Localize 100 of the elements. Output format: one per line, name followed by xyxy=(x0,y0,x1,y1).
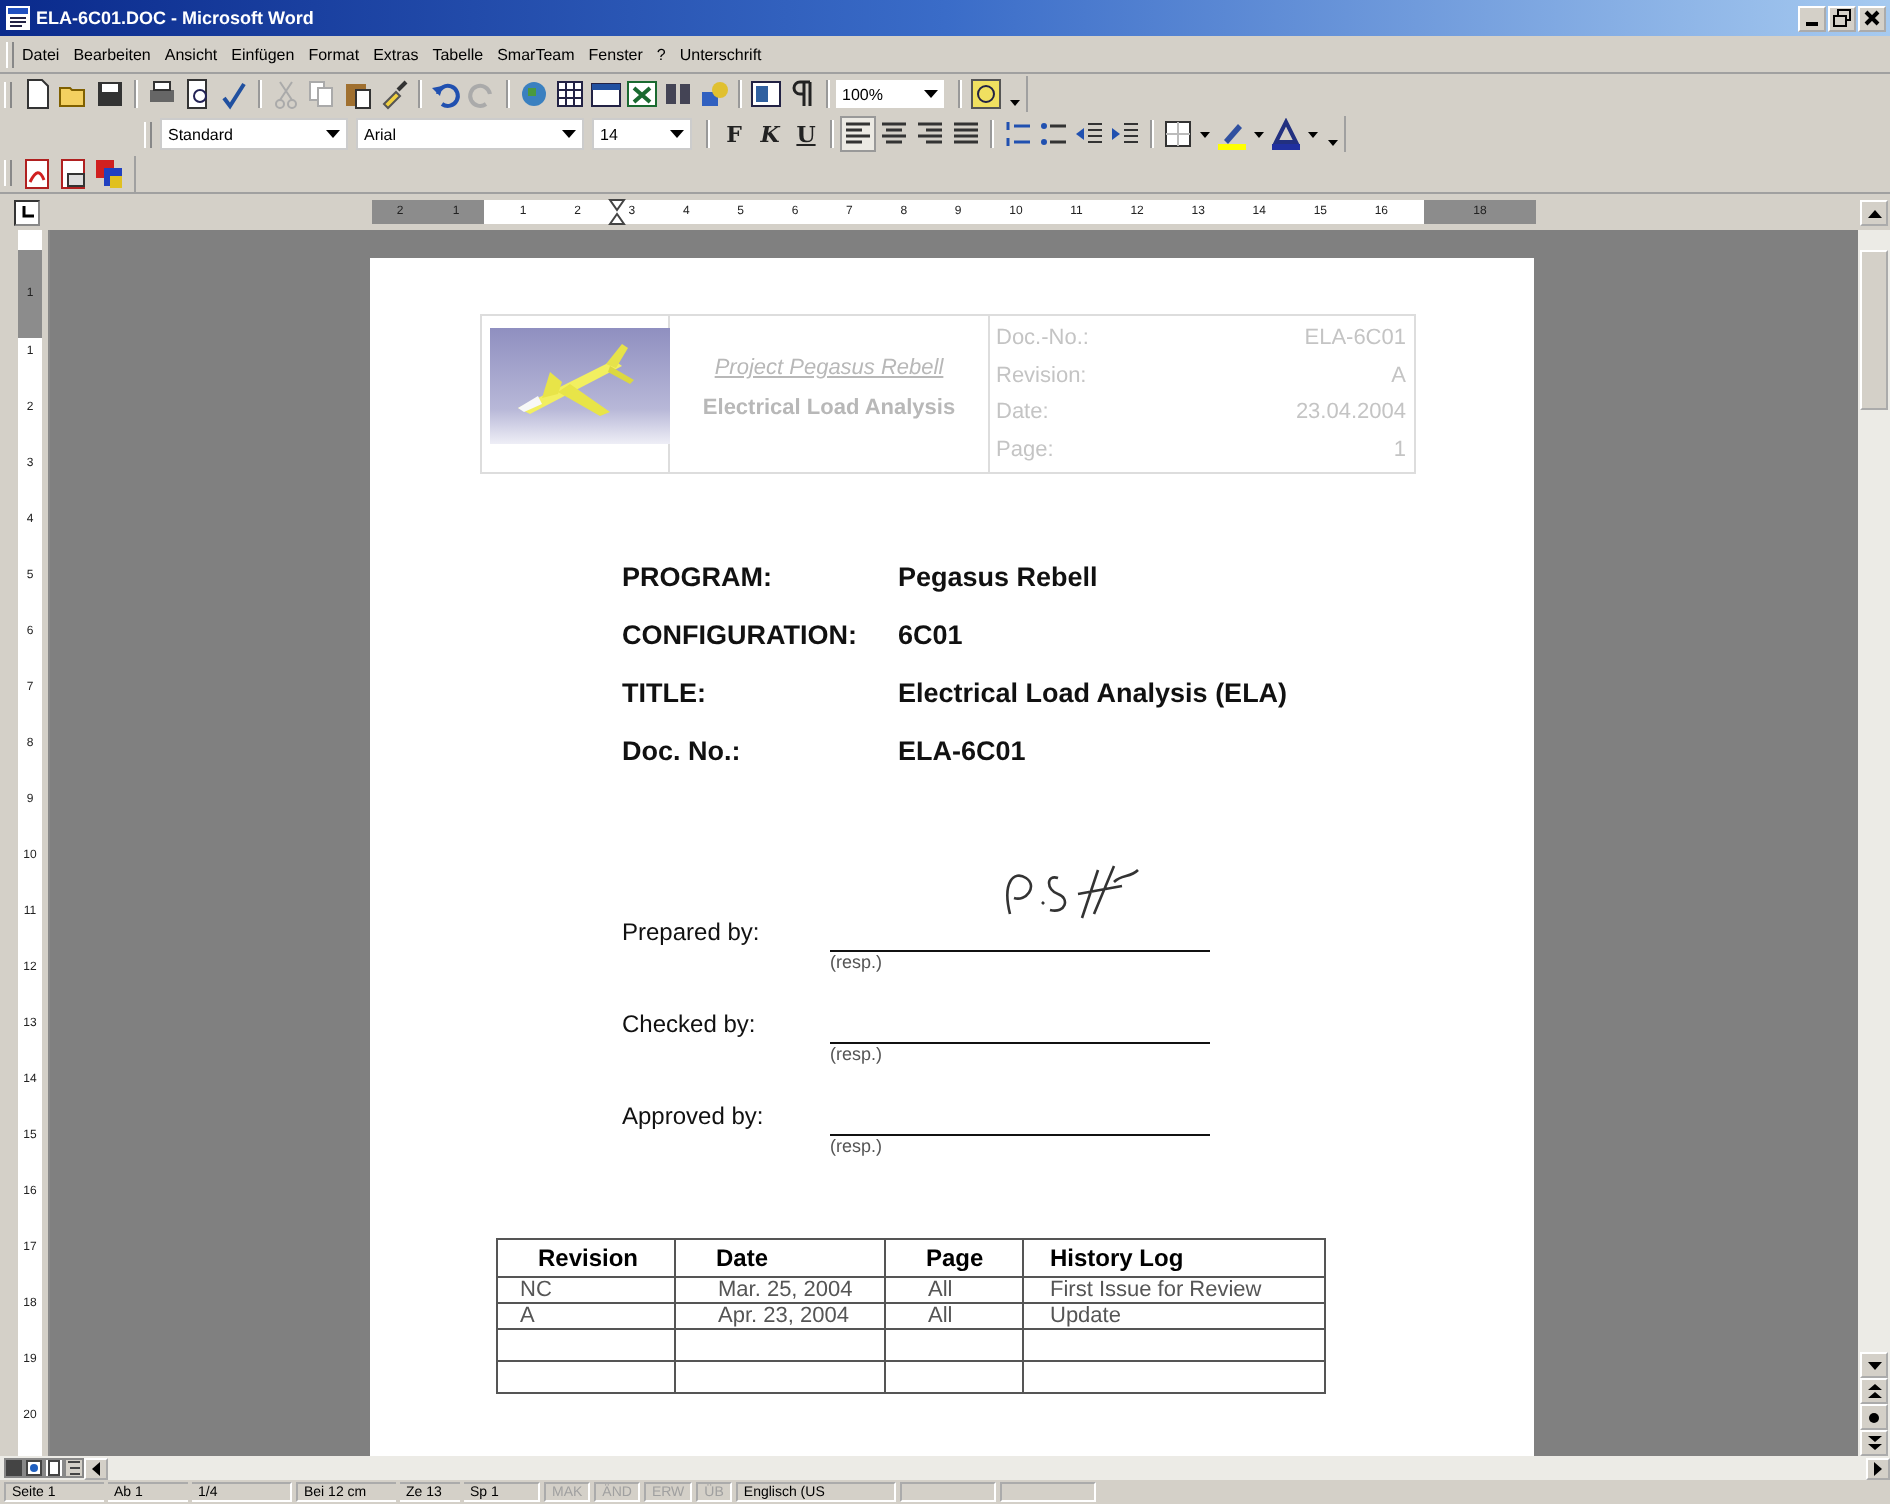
close-icon xyxy=(1862,8,1882,28)
status-panel xyxy=(899,1482,996,1502)
field-value: 23.04.2004 xyxy=(1295,400,1406,425)
info-value: ELA-6C01 xyxy=(898,736,1028,766)
field-label: Revision: xyxy=(996,363,1087,388)
outline-icon xyxy=(66,1460,82,1476)
page-icon xyxy=(46,1460,62,1476)
spelling-check-icon[interactable] xyxy=(218,78,250,110)
document-map-icon[interactable] xyxy=(750,78,782,110)
dot-icon xyxy=(1868,1411,1880,1423)
info-label: Doc. No.: xyxy=(622,736,743,766)
highlighter-icon[interactable] xyxy=(1216,118,1248,150)
next-page-button[interactable] xyxy=(1860,1430,1888,1456)
columns-icon[interactable] xyxy=(662,78,694,110)
dropdown-arrow-icon[interactable] xyxy=(1200,131,1210,137)
menu-item[interactable]: SmarTeam xyxy=(497,45,575,63)
scroll-left-button[interactable] xyxy=(84,1457,108,1479)
menu-item[interactable]: Extras xyxy=(373,45,419,63)
field-label: Date: xyxy=(996,400,1049,425)
info-value: Pegasus Rebell xyxy=(898,562,1100,592)
dropdown-arrow-icon[interactable] xyxy=(1308,131,1318,137)
undo-icon[interactable] xyxy=(430,78,462,110)
scroll-right-button[interactable] xyxy=(1866,1457,1890,1479)
scroll-thumb[interactable] xyxy=(1860,250,1888,410)
color-squares-icon[interactable] xyxy=(94,157,126,189)
web-page-icon xyxy=(26,1460,42,1476)
align-right-icon[interactable] xyxy=(914,118,946,150)
pdf-icon[interactable] xyxy=(22,157,54,189)
status-panel xyxy=(999,1482,1096,1502)
caret-icon xyxy=(670,130,684,138)
minimize-button[interactable] xyxy=(1798,5,1826,31)
previous-page-button[interactable] xyxy=(1860,1378,1888,1404)
bullet-list-icon[interactable] xyxy=(1038,118,1070,150)
indent-marker-icon[interactable] xyxy=(608,198,626,228)
dropdown-arrow-icon[interactable] xyxy=(1254,131,1264,137)
italic-button[interactable]: K xyxy=(754,118,786,150)
numbered-list-icon[interactable] xyxy=(1002,118,1034,150)
justify-icon[interactable] xyxy=(950,118,982,150)
web-view-button[interactable] xyxy=(24,1458,44,1478)
font-size-dropdown[interactable]: 14 xyxy=(592,118,692,150)
scroll-down-button[interactable] xyxy=(1860,1352,1888,1378)
help-icon[interactable] xyxy=(970,78,1002,110)
table-cell: Apr. 23, 2004 xyxy=(675,1303,885,1329)
info-label: PROGRAM: xyxy=(622,562,774,592)
menu-item[interactable]: Bearbeiten xyxy=(73,45,151,63)
toolbar-options-icon[interactable] xyxy=(1328,139,1338,145)
toolbar-options-icon[interactable] xyxy=(1010,99,1020,105)
word-document-icon xyxy=(6,6,30,30)
pdf-mail-icon[interactable] xyxy=(58,157,90,189)
save-icon[interactable] xyxy=(94,78,126,110)
window-icon[interactable] xyxy=(590,78,622,110)
new-document-icon[interactable] xyxy=(22,78,54,110)
menu-item[interactable]: Tabelle xyxy=(432,45,484,63)
bold-button[interactable]: F xyxy=(718,118,750,150)
double-down-arrow-icon xyxy=(1867,1436,1881,1450)
table-cell: NC xyxy=(497,1277,675,1303)
table-icon[interactable] xyxy=(554,78,586,110)
browse-object-button[interactable] xyxy=(1860,1404,1888,1430)
font-dropdown[interactable]: Arial xyxy=(356,118,584,150)
table-cell: A xyxy=(497,1303,675,1329)
format-brush-icon[interactable] xyxy=(378,78,410,110)
column-header: Page xyxy=(885,1239,1023,1277)
drawing-shapes-icon[interactable] xyxy=(698,78,730,110)
style-dropdown[interactable]: Standard xyxy=(160,118,348,150)
paste-icon[interactable] xyxy=(342,78,374,110)
field-label: Page: xyxy=(996,437,1054,462)
vertical-scrollbar[interactable] xyxy=(1858,230,1890,1456)
menu-item[interactable]: Einfügen xyxy=(231,45,295,63)
left-tab-icon xyxy=(19,204,35,220)
right-arrow-icon xyxy=(1874,1461,1882,1475)
field-value: A xyxy=(1391,363,1406,388)
menu-item[interactable]: Fenster xyxy=(588,45,643,63)
align-center-icon[interactable] xyxy=(878,118,910,150)
menu-item[interactable]: Unterschrift xyxy=(679,45,762,63)
outline-view-button[interactable] xyxy=(64,1458,84,1478)
field-value: 1 xyxy=(1393,437,1406,462)
spreadsheet-icon[interactable] xyxy=(626,78,658,110)
underline-button[interactable]: U xyxy=(790,118,822,150)
signature-note: (resp.) xyxy=(830,1044,885,1066)
signature-label: Approved by: xyxy=(622,1102,766,1130)
scroll-up-button[interactable] xyxy=(1860,200,1888,226)
signature-note: (resp.) xyxy=(830,1136,885,1158)
print-layout-button[interactable] xyxy=(44,1458,64,1478)
zoom-dropdown[interactable]: 100% xyxy=(836,80,944,108)
menu-item[interactable]: Format xyxy=(308,45,360,63)
restore-button[interactable] xyxy=(1828,5,1856,31)
font-color-icon[interactable] xyxy=(1270,118,1302,150)
menu-item[interactable]: Datei xyxy=(22,45,60,63)
borders-icon[interactable] xyxy=(1162,118,1194,150)
menu-item[interactable]: Ansicht xyxy=(164,45,218,63)
table-cell: All xyxy=(885,1303,1023,1329)
caret-icon xyxy=(562,130,576,138)
menu-item[interactable]: ? xyxy=(656,45,666,63)
field-label: Doc.-No.: xyxy=(996,326,1089,351)
restore-icon xyxy=(1832,8,1852,28)
align-left-icon[interactable] xyxy=(842,118,874,150)
close-button[interactable] xyxy=(1858,5,1886,31)
info-label: TITLE: xyxy=(622,678,708,708)
tab-selector-button[interactable] xyxy=(14,199,40,225)
window-title: ELA-6C01.DOC - Microsoft Word xyxy=(36,8,314,28)
